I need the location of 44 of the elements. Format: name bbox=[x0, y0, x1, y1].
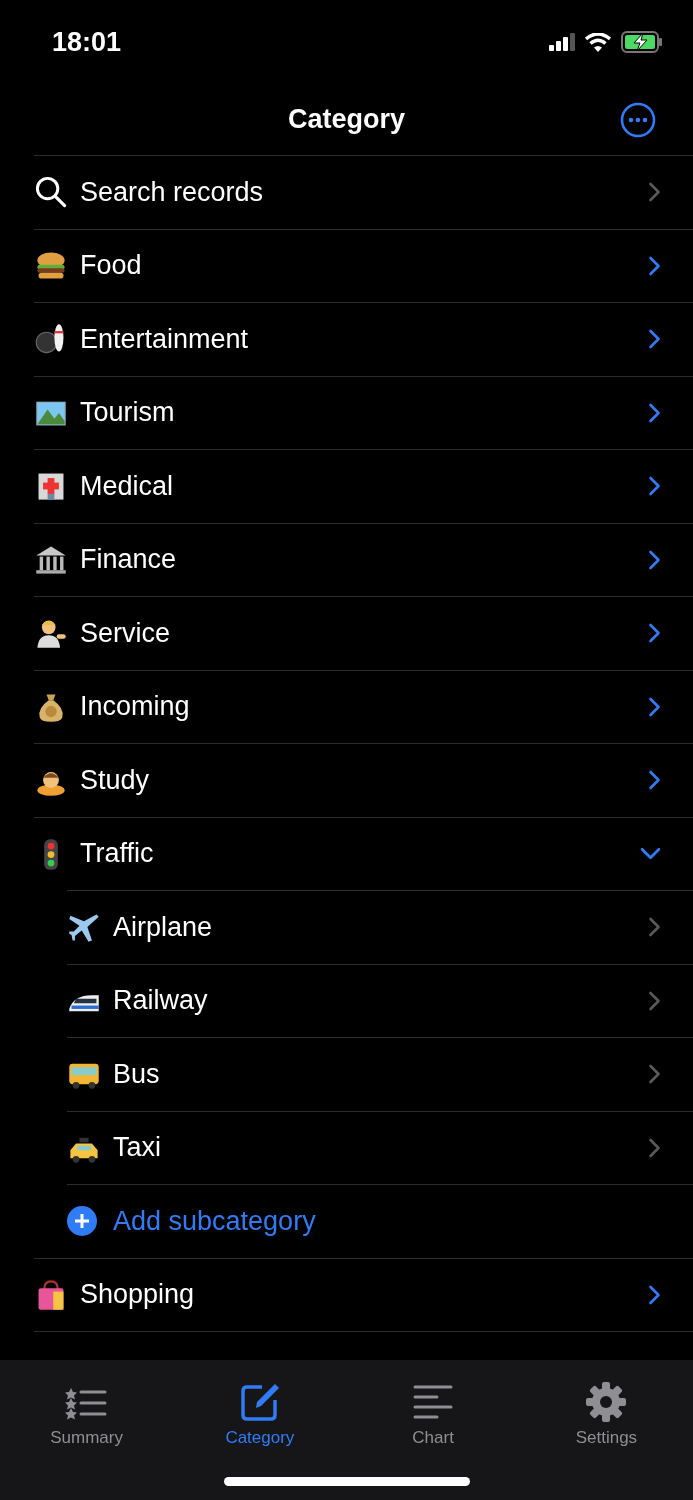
category-name[interactable]: Traffic bbox=[80, 838, 640, 870]
battery-charging-icon bbox=[621, 31, 663, 53]
chevron-right-icon bbox=[648, 402, 661, 423]
settings-icon bbox=[584, 1379, 629, 1424]
add-icon bbox=[67, 1206, 97, 1237]
signal-icon bbox=[549, 33, 575, 51]
search-records-link[interactable]: Search records bbox=[80, 176, 648, 208]
category-name[interactable]: Shopping bbox=[80, 1279, 648, 1311]
category-name[interactable]: Incoming bbox=[80, 691, 648, 723]
chevron-right-icon bbox=[648, 696, 661, 717]
category-name[interactable]: Food bbox=[80, 250, 648, 282]
search-icon bbox=[34, 175, 68, 210]
category-name[interactable]: Tourism bbox=[80, 397, 648, 429]
tab-item[interactable]: Settings bbox=[519, 1360, 693, 1460]
chevron-right-icon bbox=[648, 990, 661, 1011]
chevron-right-icon bbox=[648, 917, 661, 938]
chevron-right-icon bbox=[648, 1284, 661, 1305]
category-name[interactable]: Entertainment bbox=[80, 323, 648, 355]
add-subcategory-link[interactable]: Add subcategory bbox=[113, 1205, 661, 1237]
tab-item[interactable]: Summary bbox=[0, 1360, 174, 1460]
chevron-right-icon bbox=[648, 476, 661, 497]
more-button[interactable] bbox=[620, 102, 656, 138]
subcategory-name[interactable]: Bus bbox=[113, 1058, 648, 1090]
tab-item[interactable]: Chart bbox=[346, 1360, 520, 1460]
subcategory-name[interactable]: Railway bbox=[113, 985, 648, 1017]
chevron-right-icon bbox=[648, 1137, 661, 1158]
chevron-right-icon bbox=[648, 1064, 661, 1085]
status-time: 18:01 bbox=[52, 26, 122, 58]
chevron-right-icon bbox=[648, 623, 661, 644]
chevron-right-icon bbox=[648, 329, 661, 350]
chevron-down-icon bbox=[640, 847, 661, 861]
chevron-right-icon bbox=[648, 182, 661, 203]
subcategory-name[interactable]: Airplane bbox=[113, 911, 648, 943]
category-name[interactable]: Medical bbox=[80, 470, 648, 502]
chevron-right-icon bbox=[648, 770, 661, 791]
tab-item[interactable]: Category bbox=[173, 1360, 347, 1460]
subcategory-name[interactable]: Taxi bbox=[113, 1132, 648, 1164]
chevron-right-icon bbox=[648, 255, 661, 276]
wifi-icon bbox=[585, 32, 611, 52]
nav-title: Category bbox=[288, 104, 405, 135]
chevron-right-icon bbox=[648, 549, 661, 570]
category-name[interactable]: Service bbox=[80, 617, 648, 649]
category-name[interactable]: Finance bbox=[80, 544, 648, 576]
category-name[interactable]: Study bbox=[80, 764, 648, 796]
